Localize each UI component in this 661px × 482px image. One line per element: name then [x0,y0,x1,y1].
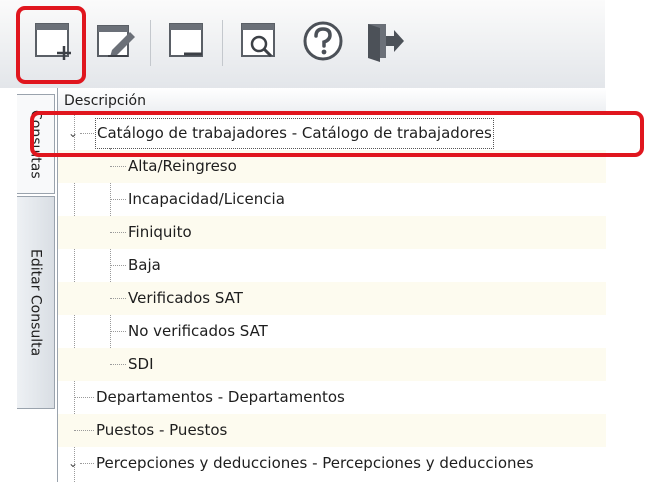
tree-node-label: Catálogo de trabajadores - Catálogo de t… [94,117,495,150]
tree-connector [74,430,94,431]
exit-door-icon [368,24,404,62]
tree-connector [110,331,126,332]
toolbar [0,0,605,89]
edit-pencil-icon [97,25,135,57]
remove-window-icon [169,23,203,57]
toolbar-separator [150,20,151,66]
tree-child-label: Alta/Reingreso [128,157,237,175]
tree-node-label: Departamentos - Departamentos [96,388,345,406]
column-header-descripcion[interactable]: Descripción [58,88,606,112]
tree-child-node[interactable]: Verificados SAT [58,282,606,315]
toolbar-separator [222,20,223,66]
tree-node-puestos[interactable]: Puestos - Puestos [58,414,606,447]
tree-connector [110,265,126,266]
tree-node-departamentos[interactable]: Departamentos - Departamentos [58,381,606,414]
query-tree-panel: Descripción ⌄ Catálogo de trabajadores -… [57,88,606,482]
tab-editar-consulta[interactable]: Editar Consulta [17,196,55,409]
tab-consultas[interactable]: Consultas [17,94,55,194]
tree-node-label: Puestos - Puestos [96,421,228,439]
tree-child-label: Incapacidad/Licencia [128,190,285,208]
tree-connector [110,298,126,299]
help-button[interactable] [298,16,348,66]
tab-consultas-label: Consultas [27,109,44,179]
edit-query-button[interactable] [90,16,140,66]
tree-node-catalogo-trabajadores[interactable]: ⌄ Catálogo de trabajadores - Catálogo de… [58,117,606,150]
tree-connector [110,364,126,365]
new-query-button[interactable] [28,16,78,66]
chevron-down-icon[interactable]: ⌄ [68,447,78,480]
tree-connector [74,397,94,398]
column-header-label: Descripción [64,93,146,109]
tab-editar-consulta-label: Editar Consulta [27,248,44,357]
side-tabs: Consultas Editar Consulta [0,88,57,482]
tree-child-label: Verificados SAT [128,289,243,307]
exit-button[interactable] [358,16,408,66]
search-window-icon [241,23,275,58]
tree-connector [80,133,94,134]
tree-child-label: SDI [128,355,154,373]
tree-child-node[interactable]: Incapacidad/Licencia [58,183,606,216]
tree-child-label: Baja [128,256,161,274]
tree-node-percepciones[interactable]: ⌄ Percepciones y deducciones - Percepcio… [58,447,606,480]
tree-child-node[interactable]: Alta/Reingreso [58,150,606,183]
tree-child-node[interactable]: Finiquito [58,216,606,249]
preview-query-button[interactable] [234,16,284,66]
tree-child-label: Finiquito [128,223,192,241]
tree-node-label: Percepciones y deducciones - Percepcione… [96,454,534,472]
tree-child-label: No verificados SAT [128,322,268,340]
tree-connector [80,463,94,464]
tree-connector [110,166,126,167]
tree-connector [110,232,126,233]
chevron-down-icon[interactable]: ⌄ [68,117,78,150]
question-icon [303,21,343,61]
tree-connector [110,199,126,200]
tree-child-node[interactable]: SDI [58,348,606,381]
tree-child-node[interactable]: No verificados SAT [58,315,606,348]
tree-child-node[interactable]: Baja [58,249,606,282]
delete-query-button[interactable] [162,16,212,66]
new-window-icon [35,23,71,60]
